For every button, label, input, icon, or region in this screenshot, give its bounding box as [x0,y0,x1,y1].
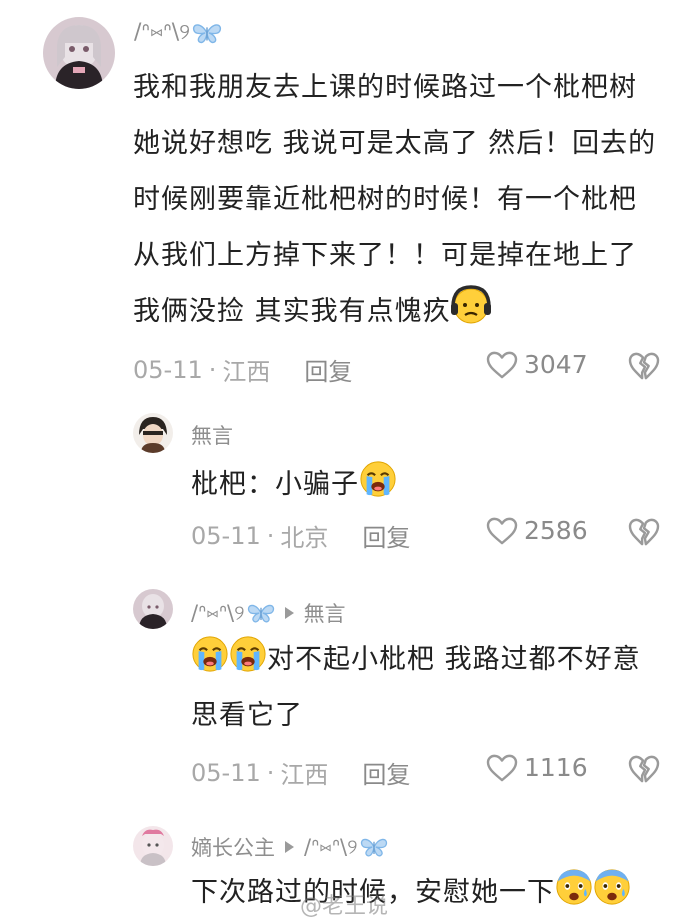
avatar[interactable] [133,413,173,453]
author-name[interactable]: /ᐢ⑅ᐢ\୨ 無言 [191,598,346,628]
comment-line: 从我们上方掉下来了！！可是掉在地上了 [133,240,637,271]
comment-meta: 05-11 · 江西 回复 [191,755,410,790]
comment-line: 我和我朋友去上课的时候路过一个枇杷树 [133,72,637,103]
reply-item: 無言 枇杷：小骗子 05-11 · 北京 回复 2586 [0,400,690,570]
comment-line: 她说好想吃 我说可是太高了 然后！回去的 [133,128,657,159]
reply-arrow-icon [284,607,294,619]
author-name[interactable]: 無言 [191,420,233,450]
comment-line: 思看它了 [191,700,303,731]
loudly-crying-face-emoji [191,635,229,673]
comment-location: 北京 [280,524,329,552]
meta-separator: · [208,355,217,384]
like-count: 1116 [524,753,588,782]
fearful-face-emoji [555,868,593,906]
comment-text: 我和我朋友去上课的时候路过一个枇杷树 她说好想吃 我说可是太高了 然后！回去的 … [133,60,656,340]
loudly-crying-face-emoji [359,460,397,498]
broken-heart-icon[interactable] [628,755,660,783]
reply-to-name[interactable]: /ᐢ⑅ᐢ\୨ [304,835,358,860]
comment-line: 我俩没捡 其实我有点愧疚 [133,284,656,340]
comment-text: 对不起小枇杷 我路过都不好意 思看它了 [191,632,641,744]
fearful-face-emoji [593,868,631,906]
reply-arrow-icon [285,841,294,853]
reply-button[interactable]: 回复 [362,518,410,553]
loudly-crying-face-emoji [229,635,267,673]
comment-location: 江西 [280,761,329,789]
heart-outline-icon [486,517,518,545]
comment-line: 下次路过的时候，安慰她一下 [191,865,631,921]
author-name[interactable]: /ᐢ⑅ᐢ\୨ [134,20,222,45]
avatar[interactable] [133,589,173,629]
like-button[interactable]: 2586 [486,516,588,545]
comment-line-text: 对不起小枇杷 我路过都不好意 [267,644,641,675]
butterfly-icon [360,836,388,858]
comment-line-text: 枇杷：小骗子 [191,469,359,500]
watermark: @老王说 [300,894,389,919]
comment-meta: 05-11 · 北京 回复 [191,518,410,553]
comment-item: /ᐢ⑅ᐢ\୨ 我和我朋友去上课的时候路过一个枇杷树 她说好想吃 我说可是太高了 … [0,0,690,390]
author-name-text: /ᐢ⑅ᐢ\୨ [191,600,245,625]
comment-text: 枇杷：小骗子 [191,457,397,513]
comment-line: 对不起小枇杷 我路过都不好意 [191,632,641,688]
like-count: 3047 [524,350,588,379]
comment-meta: 05-11 · 江西 回复 [133,352,352,387]
broken-heart-icon[interactable] [628,352,660,380]
reply-button[interactable]: 回复 [362,755,410,790]
avatar[interactable] [133,826,173,866]
butterfly-icon [247,602,275,624]
meta-separator: · [266,521,275,550]
comment-line: 时候刚要靠近枇杷树的时候！有一个枇杷 [133,184,637,215]
comment-text: 下次路过的时候，安慰她一下 [191,865,631,921]
author-name[interactable]: 嫡长公主 /ᐢ⑅ᐢ\୨ [191,832,388,862]
comment-location: 江西 [222,358,271,386]
meta-separator: · [266,758,275,787]
comment-date: 05-11 [133,355,203,384]
comment-line-text: 我俩没捡 其实我有点愧疚 [133,296,451,327]
butterfly-icon [192,21,222,45]
like-count: 2586 [524,516,588,545]
like-button[interactable]: 1116 [486,753,588,782]
broken-heart-icon[interactable] [628,518,660,546]
heart-outline-icon [486,351,518,379]
comment-line: 枇杷：小骗子 [191,457,397,513]
reply-to-name[interactable]: 無言 [304,598,346,628]
author-name-text: /ᐢ⑅ᐢ\୨ [134,20,191,45]
avatar[interactable] [43,17,115,89]
reply-button[interactable]: 回复 [304,352,352,387]
reply-item: /ᐢ⑅ᐢ\୨ 無言 对不起小枇杷 我路过都不好意 思看它了 05-11 · 江西… [0,580,690,805]
like-button[interactable]: 3047 [486,350,588,379]
comment-date: 05-11 [191,521,261,550]
worried-face-emoji [451,285,491,325]
comment-date: 05-11 [191,758,261,787]
heart-outline-icon [486,754,518,782]
author-name-text: 嫡长公主 [191,836,275,860]
